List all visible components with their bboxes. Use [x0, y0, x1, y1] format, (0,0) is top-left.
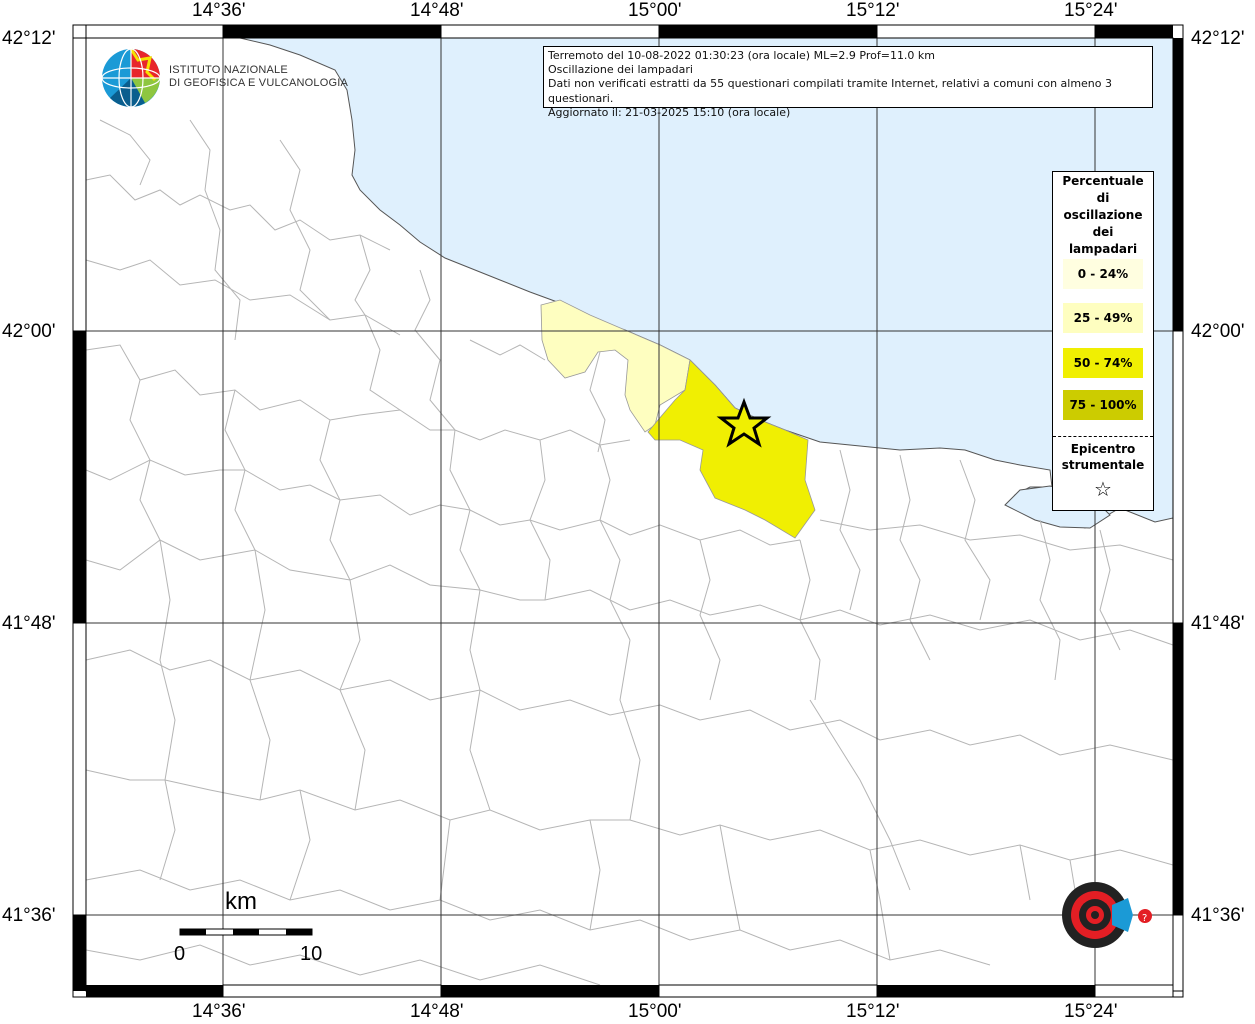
event-info-line1: Terremoto del 10-08-2022 01:30:23 (ora l… — [548, 49, 936, 62]
lat-label-left-1: 42°12' — [2, 28, 56, 49]
lon-label-top-2: 14°48' — [410, 0, 464, 21]
ingv-name-line1: ISTITUTO NAZIONALE — [169, 64, 288, 76]
lat-label-left-4: 41°36' — [2, 905, 56, 926]
map-canvas: ? — [72, 24, 1184, 998]
event-info-box: Terremoto del 10-08-2022 01:30:23 (ora l… — [543, 46, 1153, 119]
event-info-line4: Aggiornato il: 21-03-2025 15:10 (ora loc… — [548, 106, 791, 119]
legend: Percentuale di oscillazione dei lampadar… — [1052, 171, 1154, 511]
ingv-name: ISTITUTO NAZIONALE DI GEOFISICA E VULCAN… — [169, 64, 348, 90]
event-info-line2: Oscillazione dei lampadari — [548, 63, 693, 76]
legend-title: Percentuale di oscillazione dei lampadar… — [1062, 174, 1144, 256]
svg-text:?: ? — [1142, 913, 1147, 924]
lat-label-right-1: 42°12' — [1191, 28, 1245, 49]
scale-end: 10 — [300, 943, 323, 965]
legend-star-icon: ☆ — [1094, 477, 1112, 501]
lat-label-right-3: 41°48' — [1191, 613, 1245, 634]
legend-class-1: 25 - 49% — [1063, 303, 1143, 333]
lon-label-top-3: 15°00' — [628, 0, 682, 21]
lat-label-left-2: 42°00' — [2, 321, 56, 342]
ingv-name-line2: DI GEOFISICA E VULCANOLOGIA — [169, 77, 348, 89]
legend-separator — [1053, 436, 1153, 437]
scale-bar — [179, 928, 313, 936]
lon-label-top-4: 15°12' — [846, 0, 900, 21]
event-info-line3: Dati non verificati estratti da 55 quest… — [548, 77, 1113, 105]
legend-class-2: 50 - 74% — [1063, 348, 1143, 378]
lat-label-left-3: 41°48' — [2, 613, 56, 634]
legend-class-0: 0 - 24% — [1063, 259, 1143, 289]
lon-label-bottom-4: 15°12' — [846, 1001, 900, 1022]
lon-label-bottom-2: 14°48' — [410, 1001, 464, 1022]
legend-class-3: 75 - 100% — [1063, 390, 1143, 420]
lat-label-right-4: 41°36' — [1191, 905, 1245, 926]
scale-unit: km — [225, 888, 257, 915]
lon-label-top-1: 14°36' — [192, 0, 246, 21]
lat-label-right-2: 42°00' — [1191, 321, 1245, 342]
lon-label-top-5: 15°24' — [1064, 0, 1118, 21]
lon-label-bottom-3: 15°00' — [628, 1001, 682, 1022]
lon-label-bottom-5: 15°24' — [1064, 1001, 1118, 1022]
ingv-globe-logo — [101, 48, 161, 108]
scale-start: 0 — [174, 943, 186, 965]
legend-epicenter-title: Epicentro strumentale — [1061, 442, 1145, 472]
lon-label-bottom-1: 14°36' — [192, 1001, 246, 1022]
